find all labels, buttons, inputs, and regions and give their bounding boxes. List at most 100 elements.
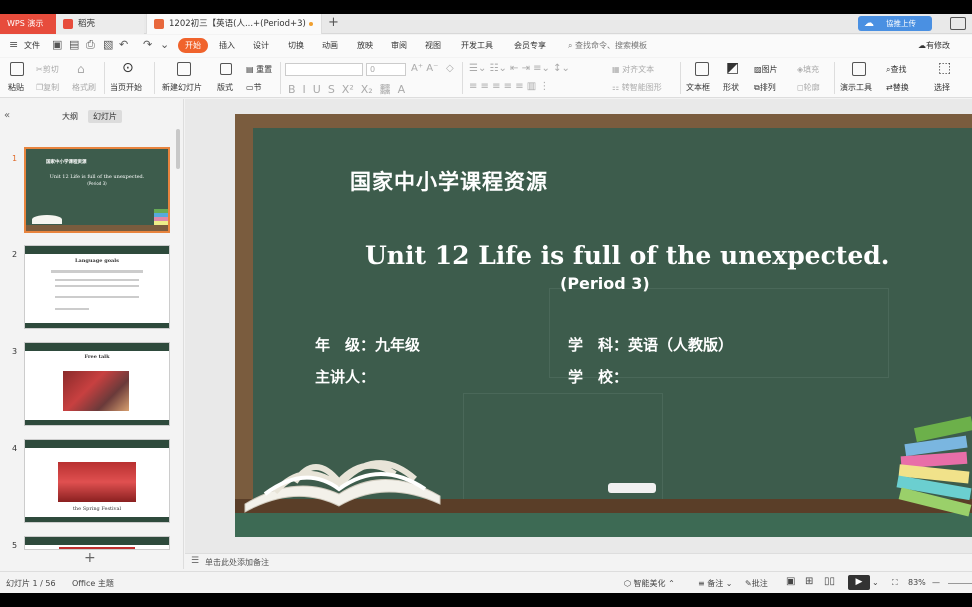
edit-mode-label: 有修改 <box>926 41 950 50</box>
thumb-caption: the Spring Festival <box>72 506 122 512</box>
font-size-combo[interactable]: 0 <box>366 63 406 76</box>
new-tab-plus-icon[interactable]: + <box>328 15 339 30</box>
shape-icon[interactable]: ◩ <box>726 60 739 76</box>
thumb-books-icon <box>154 209 168 225</box>
paste-icon[interactable] <box>10 62 24 76</box>
notes-toggle-button[interactable]: ≡ 备注 ⌄ <box>698 578 733 589</box>
layout-icon[interactable] <box>220 63 232 75</box>
redo-icon[interactable]: ↷ <box>143 38 152 51</box>
list-icons[interactable]: ☰⌄ ☷⌄ ⇤ ⇥ ≡⌄ ↕⌄ <box>469 63 570 74</box>
section-button[interactable]: ▭节 <box>246 82 262 93</box>
play-slideshow-button[interactable]: ▶ <box>848 575 870 590</box>
new-slide-button[interactable]: 新建幻灯片 <box>162 82 202 93</box>
scissors-icon: ✂ <box>36 65 43 74</box>
cloud-upload-button[interactable]: ☁ 協推上传 <box>858 16 932 31</box>
command-search[interactable]: ⌕ 查找命令、搜索模板 <box>568 40 647 51</box>
align-icons[interactable]: ≡ ≡ ≡ ≡ ≡ ▥ ⋮ <box>469 81 549 92</box>
ribbon-separator <box>462 62 463 94</box>
textbox-button[interactable]: 文本框 <box>686 82 710 93</box>
smartart-button[interactable]: ⚏ 转智能图形 <box>612 82 662 93</box>
outline-button[interactable]: ◻轮廓 <box>797 82 820 93</box>
tab-outline[interactable]: 大纲 <box>57 110 83 123</box>
window-layout-icon[interactable] <box>950 17 966 30</box>
daoke-tab[interactable]: 稻壳 <box>56 14 144 34</box>
clear-format-icon[interactable]: ◇ <box>446 63 454 74</box>
slide-thumbnail[interactable] <box>24 536 170 550</box>
font-style-icons[interactable]: B I U S X² X₂ 䨻 A <box>288 81 405 97</box>
menu-developer[interactable]: 开发工具 <box>461 40 493 51</box>
shape-button[interactable]: 形状 <box>723 82 739 93</box>
current-slide[interactable]: 国家中小学课程资源 Unit 12 Life is full of the un… <box>235 114 972 537</box>
preview-icon[interactable]: ▧ <box>103 38 113 51</box>
layout-button[interactable]: 版式 <box>217 82 233 93</box>
notes-pane[interactable]: ☰ 单击此处添加备注 <box>185 553 972 569</box>
picture-button[interactable]: ▨图片 <box>754 64 778 75</box>
print-icon[interactable]: ⎙ <box>86 38 95 52</box>
menu-design[interactable]: 设计 <box>253 40 269 51</box>
undo-icon[interactable]: ↶ <box>119 38 128 51</box>
slide-thumbnail[interactable]: Free talk <box>24 342 170 426</box>
select-cursor-icon[interactable]: ⬚ <box>938 60 951 76</box>
menu-slideshow[interactable]: 放映 <box>357 40 373 51</box>
slide-unit-heading: Unit 12 Life is full of the unexpected. <box>365 241 890 270</box>
tab-slides[interactable]: 幻灯片 <box>88 110 122 123</box>
open-icon[interactable]: ▤ <box>69 38 79 51</box>
align-text-button[interactable]: ▦ 对齐文本 <box>612 64 654 75</box>
add-slide-plus-icon[interactable]: + <box>84 550 96 566</box>
reset-button[interactable]: ▤ 重置 <box>246 64 272 75</box>
menu-transition[interactable]: 切换 <box>288 40 304 51</box>
copy-button[interactable]: ❐复制 <box>36 82 59 93</box>
play-from-current-button[interactable]: 当页开始 <box>110 82 142 93</box>
find-button[interactable]: ⌕查找 <box>886 64 906 75</box>
slide-thumbnail[interactable]: the Spring Festival <box>24 439 170 523</box>
arrange-button[interactable]: ⧉排列 <box>754 82 776 93</box>
zoom-level[interactable]: 83% <box>908 578 926 587</box>
menu-bar: ≡ 文件 ▣ ▤ ⎙ ▧ ↶ ↷ ⌄ 开始 插入 设计 切换 动画 放映 审阅 … <box>0 35 972 57</box>
presentation-tools-button[interactable]: 演示工具 <box>840 82 872 93</box>
cut-button[interactable]: ✂剪切 <box>36 64 59 75</box>
smart-beautify-button[interactable]: ⬡ 智能美化 ⌃ <box>624 578 675 589</box>
zoom-out-icon[interactable]: — <box>932 578 940 587</box>
comments-label: 批注 <box>751 579 768 588</box>
slide-thumbnail[interactable]: 国家中小学课程资源 Unit 12 Life is full of the un… <box>24 147 170 233</box>
grow-font-icon[interactable]: A⁺ A⁻ <box>411 63 438 74</box>
format-painter-button[interactable]: 格式刷 <box>72 82 96 93</box>
fit-window-icon[interactable]: ⛶ <box>892 578 898 588</box>
normal-view-icon[interactable]: ▣ <box>786 576 795 587</box>
select-button[interactable]: 选择 <box>934 82 950 93</box>
menu-insert[interactable]: 插入 <box>219 40 235 51</box>
play-circle-icon[interactable]: ⊙ <box>122 60 134 76</box>
paste-button[interactable]: 粘贴 <box>8 82 24 93</box>
more-arrow-icon[interactable]: ⌄ <box>160 38 169 51</box>
save-icon[interactable]: ▣ <box>52 38 62 51</box>
slide-sorter-icon[interactable]: ⊞ <box>805 576 813 587</box>
status-bar: 幻灯片 1 / 56 Office 主题 ⬡ 智能美化 ⌃ ≡ 备注 ⌄ ✎批注… <box>0 571 972 593</box>
document-tab[interactable]: 1202初三【英语(人...+(Period+3) <box>146 14 322 34</box>
menu-view[interactable]: 视图 <box>425 40 441 51</box>
picture-icon: ▨ <box>754 65 762 74</box>
menu-hamburger-icon[interactable]: ≡ <box>9 38 18 51</box>
textbox-icon[interactable] <box>695 62 709 76</box>
notes-toggle-label: 备注 <box>707 579 724 588</box>
menu-file[interactable]: 文件 <box>24 40 40 51</box>
replace-button[interactable]: ⇄替换 <box>886 82 909 93</box>
collapse-panel-icon[interactable]: « <box>4 110 10 121</box>
edit-mode-indicator[interactable]: ☁有修改 <box>918 40 950 51</box>
tab-bar: WPS 演示 稻壳 1202初三【英语(人...+(Period+3) + ☁ … <box>0 14 972 34</box>
fill-button[interactable]: ◈填充 <box>797 64 819 75</box>
wps-app-tab[interactable]: WPS 演示 <box>0 14 56 34</box>
reading-view-icon[interactable]: ▯▯ <box>824 576 835 587</box>
panel-scrollbar[interactable] <box>176 129 180 169</box>
presentation-tools-icon[interactable] <box>852 62 866 76</box>
menu-review[interactable]: 审阅 <box>391 40 407 51</box>
slide-thumbnail[interactable]: Language goals <box>24 245 170 329</box>
new-slide-icon[interactable] <box>177 62 191 76</box>
menu-animation[interactable]: 动画 <box>322 40 338 51</box>
comments-button[interactable]: ✎批注 <box>745 578 768 589</box>
play-options-arrow-icon[interactable]: ⌄ <box>872 578 879 587</box>
menu-home[interactable]: 开始 <box>178 38 208 53</box>
menu-member[interactable]: 会员专享 <box>514 40 546 51</box>
zoom-slider[interactable] <box>948 583 972 584</box>
font-name-combo[interactable] <box>285 63 363 76</box>
cloud-icon: ☁ <box>864 18 874 29</box>
